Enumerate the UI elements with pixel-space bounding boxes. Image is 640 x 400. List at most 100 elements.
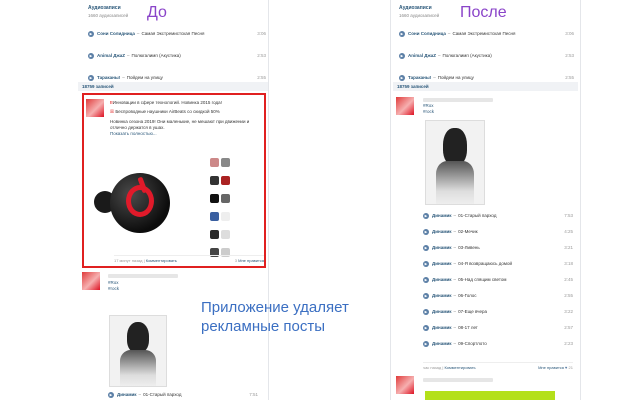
like-button[interactable]: Мне нравится	[238, 258, 264, 263]
avatar[interactable]	[396, 97, 414, 115]
gallery-thumb[interactable]	[221, 212, 230, 221]
audio-title: Полюгалимп (Акустика)	[131, 53, 181, 58]
gallery-thumb[interactable]	[221, 194, 230, 203]
play-icon[interactable]: ▶	[423, 276, 429, 283]
play-icon[interactable]: ▶	[108, 391, 114, 398]
ad-text-block: ‼Инновации в сфере технологий. Новинка 2…	[110, 100, 260, 136]
ad-headline-text: Инновации в сфере технологий. Новинка 20…	[112, 100, 222, 105]
audio-artist[interactable]: Динамик	[432, 341, 452, 346]
audio-artist[interactable]: Сони Солидница	[97, 31, 135, 36]
play-icon[interactable]: ▶	[88, 52, 94, 59]
show-more-link[interactable]: Показать полностью...	[110, 131, 260, 136]
gallery-thumb[interactable]	[210, 176, 219, 185]
audio-artist[interactable]: Тараканы!	[97, 75, 120, 80]
audio-row[interactable]: ▶ Динамик – 01-Старый парход 7:51	[108, 389, 258, 400]
audio-artist[interactable]: Динамик	[432, 229, 452, 234]
author-name[interactable]	[423, 98, 493, 102]
play-icon[interactable]: ▶	[423, 308, 429, 315]
audio-duration: 3:22	[564, 309, 573, 314]
play-icon[interactable]: ▶	[423, 324, 429, 331]
audio-artist[interactable]: Динамик	[117, 392, 137, 397]
audio-title: Пойдем на улицу	[126, 75, 163, 80]
audio-row[interactable]: ▶ Динамик – 03-Ливень 3:21	[423, 242, 573, 253]
play-icon[interactable]: ▶	[423, 244, 429, 251]
separator: –	[447, 31, 451, 36]
audio-row[interactable]: ▶ Динамик – 01-Старый парход 7:53	[423, 210, 573, 221]
next-post-image[interactable]	[425, 391, 555, 400]
author-name[interactable]	[423, 378, 493, 382]
audio-row[interactable]: ▶ Animal ДжаZ – Полюгалимп (Акустика) 2:…	[399, 50, 574, 61]
gallery-thumb[interactable]	[221, 158, 230, 167]
audio-row[interactable]: ▶ Сони Солидница – Самая Экстремистская …	[399, 28, 574, 39]
audio-title: 09-Спортлото	[458, 341, 487, 346]
divider-line	[390, 0, 391, 400]
audio-artist[interactable]: Сони Солидница	[408, 31, 446, 36]
audio-row[interactable]: ▶ Сони Солидница – Самая Экстремистская …	[88, 28, 266, 39]
audio-title: 01-Старый парход	[458, 213, 497, 218]
comment-link[interactable]: Комментировать	[444, 365, 475, 370]
avatar[interactable]	[86, 99, 104, 117]
gallery-thumb[interactable]	[210, 212, 219, 221]
audio-artist[interactable]: Динамик	[432, 325, 452, 330]
audio-title: 06-Голос	[458, 293, 477, 298]
gallery-thumb[interactable]	[210, 158, 219, 167]
audio-artist[interactable]: Динамик	[432, 213, 452, 218]
earbud-image[interactable]	[110, 173, 170, 233]
audio-row[interactable]: ▶ Динамик – 02-Мечик 4:25	[423, 226, 573, 237]
audio-header[interactable]: Аудиозаписи	[399, 5, 439, 11]
audio-duration: 2:55	[565, 75, 574, 80]
play-icon[interactable]: ▶	[423, 212, 429, 219]
play-icon[interactable]: ▶	[88, 30, 94, 37]
audio-row[interactable]: ▶ Динамик – 09-Спортлото 2:23	[423, 338, 573, 349]
post-photo[interactable]	[425, 120, 485, 205]
audio-artist[interactable]: Динамик	[432, 309, 452, 314]
avatar[interactable]	[396, 376, 414, 394]
gallery-thumb[interactable]	[221, 230, 230, 239]
play-icon[interactable]: ▶	[423, 260, 429, 267]
play-icon[interactable]: ▶	[423, 340, 429, 347]
footer-left: час назад | Комментировать	[423, 364, 476, 370]
gallery-thumb[interactable]	[210, 194, 219, 203]
post-photo[interactable]	[109, 315, 167, 387]
audio-artist[interactable]: Динамик	[432, 277, 452, 282]
audio-artist[interactable]: Динамик	[432, 261, 452, 266]
audio-artist[interactable]: Animal ДжаZ	[97, 53, 125, 58]
audio-artist[interactable]: Тараканы!	[408, 75, 431, 80]
post-tags: #Rox #rock	[423, 103, 434, 115]
audio-row[interactable]: ▶ Динамик – 07-Еще вчера 3:22	[423, 306, 573, 317]
audio-row[interactable]: ▶ Динамик – 04-Я возвращаюсь домой 3:18	[423, 258, 573, 269]
audio-header[interactable]: Аудиозаписи	[88, 5, 128, 11]
audio-artist[interactable]: Динамик	[432, 245, 452, 250]
heart-icon[interactable]: ♥	[565, 365, 567, 370]
audio-row[interactable]: ▶ Динамик – 06-Голос 2:55	[423, 290, 573, 301]
hashtag-link[interactable]: #rock	[423, 109, 434, 115]
audio-artist[interactable]: Animal ДжаZ	[408, 53, 436, 58]
divider-line	[580, 0, 581, 400]
comment-link[interactable]: Комментировать	[146, 258, 177, 263]
play-icon[interactable]: ▶	[423, 228, 429, 235]
post-time[interactable]: 17 минут назад	[114, 258, 142, 263]
play-icon[interactable]: ▶	[399, 52, 405, 59]
audio-row[interactable]: ▶ Динамик – 08-17 лет 2:57	[423, 322, 573, 333]
gallery-thumb[interactable]	[221, 176, 230, 185]
gallery-thumb[interactable]	[210, 230, 219, 239]
audio-row[interactable]: ▶ Динамик – 05-Над спящим светом 2:45	[423, 274, 573, 285]
audio-row[interactable]: ▶ Animal ДжаZ – Полюгалимп (Акустика) 2:…	[88, 50, 266, 61]
divider-line	[268, 0, 269, 400]
ad-post[interactable]: ‼Инновации в сфере технологий. Новинка 2…	[82, 93, 266, 268]
play-icon[interactable]: ▶	[399, 74, 405, 81]
play-icon[interactable]: ▶	[423, 292, 429, 299]
audio-title: Самая Экстремистская Песня	[141, 31, 205, 36]
audio-count: 1660 аудиозаписей	[88, 13, 129, 18]
audio-block-header: Аудиозаписи 1660 аудиозаписей	[399, 5, 439, 18]
ad-body: Новинка сезона 2019! Они маленькие, не м…	[110, 119, 250, 130]
play-icon[interactable]: ▶	[399, 30, 405, 37]
avatar[interactable]	[82, 272, 100, 290]
play-icon[interactable]: ▶	[88, 74, 94, 81]
post-time[interactable]: час назад	[423, 365, 441, 370]
hashtag-link[interactable]: #rock	[108, 286, 119, 292]
audio-duration: 3:18	[564, 261, 573, 266]
audio-artist[interactable]: Динамик	[432, 293, 452, 298]
like-button[interactable]: Мне нравится	[538, 365, 564, 370]
author-name[interactable]	[108, 274, 178, 278]
